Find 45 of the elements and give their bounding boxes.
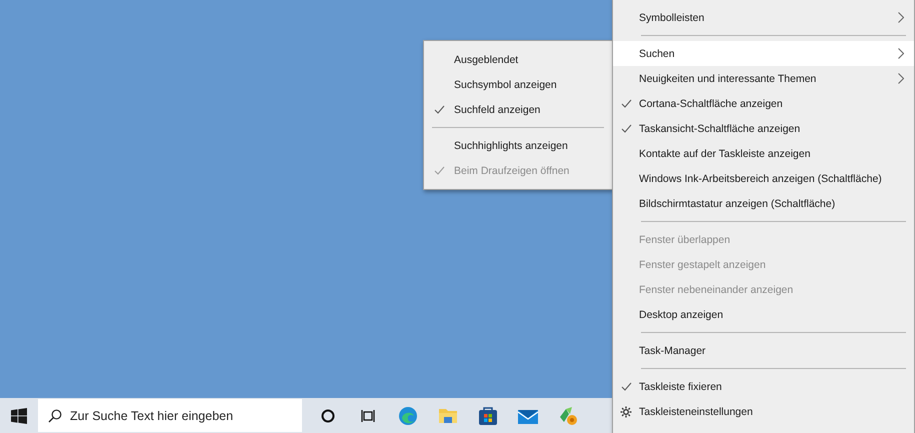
menu-item[interactable]: Symbolleisten — [613, 5, 914, 30]
chevron-right-icon — [898, 73, 904, 84]
chevron-right-icon — [898, 12, 904, 23]
menu-item-label: Neuigkeiten und interessante Themen — [639, 72, 818, 84]
menu-item-label: Taskleiste fixieren — [639, 380, 723, 392]
menu-item-label: Ausgeblendet — [454, 54, 520, 66]
menu-item-label: Suchen — [639, 48, 676, 60]
menu-item-label: Fenster nebeneinander anzeigen — [639, 284, 794, 296]
menu-item-label: Windows Ink-Arbeitsbereich anzeigen (Schaltfläche) — [639, 172, 883, 184]
search-icon — [48, 409, 62, 423]
menu-item-label: Fenster überlappen — [639, 234, 732, 246]
menu-item-label: Symbolleisten — [639, 12, 706, 24]
windows-logo-icon — [11, 408, 27, 424]
menu-item-label: Desktop anzeigen — [639, 308, 724, 320]
menu-item-label: Kontakte auf der Taskleiste anzeigen — [639, 148, 812, 160]
menu-item-label: Bildschirmtastatur anzeigen (Schaltfläche) — [639, 198, 836, 210]
menu-item[interactable]: Bildschirmtastatur anzeigen (Schaltfläche) — [613, 191, 914, 216]
menu-item[interactable]: Cortana-Schaltfläche anzeigen — [613, 91, 914, 116]
menu-item[interactable]: Taskansicht-Schaltfläche anzeigen — [613, 116, 914, 141]
menu-item-label: Suchfeld anzeigen — [454, 104, 542, 116]
menu-item[interactable]: Neuigkeiten und interessante Themen — [613, 66, 914, 91]
menu-item[interactable]: Desktop anzeigen — [613, 302, 914, 327]
menu-item[interactable]: Task-Manager — [613, 338, 914, 363]
circle-icon — [321, 408, 335, 422]
menu-item[interactable]: Taskleiste fixieren — [613, 374, 914, 399]
menu-item[interactable]: Suchhighlights anzeigen — [424, 133, 612, 158]
menu-item[interactable]: Suchsymbol anzeigen — [424, 72, 612, 97]
menu-item[interactable]: Windows Ink-Arbeitsbereich anzeigen (Schaltfläche) — [613, 166, 914, 191]
menu-item-label: Taskansicht-Schaltfläche anzeigen — [639, 122, 802, 134]
menu-item-label: Task-Manager — [639, 344, 707, 356]
menu-item-label: Beim Draufzeigen öffnen — [454, 164, 570, 176]
menu-item[interactable]: Taskleisteneinstellungen — [613, 399, 914, 424]
menu-item[interactable]: Kontakte auf der Taskleiste anzeigen — [613, 141, 914, 166]
chevron-right-icon — [898, 48, 904, 59]
menu-item[interactable]: Ausgeblendet — [424, 47, 612, 72]
menu-item-label: Cortana-Schaltfläche anzeigen — [639, 98, 784, 110]
menu-item[interactable]: Suchfeld anzeigen — [424, 97, 612, 122]
menu-item-label: Taskleisteneinstellungen — [639, 406, 754, 418]
search-field[interactable]: Zur Suche Text hier eingeben — [38, 399, 302, 432]
task-view-icon — [361, 408, 375, 422]
menu-item[interactable]: Suchen — [613, 41, 914, 66]
settings-icon — [620, 406, 632, 418]
menu-item-label: Suchsymbol anzeigen — [454, 78, 558, 90]
menu-item-label: Fenster gestapelt anzeigen — [639, 258, 767, 270]
menu-item-label: Suchhighlights anzeigen — [454, 140, 569, 152]
